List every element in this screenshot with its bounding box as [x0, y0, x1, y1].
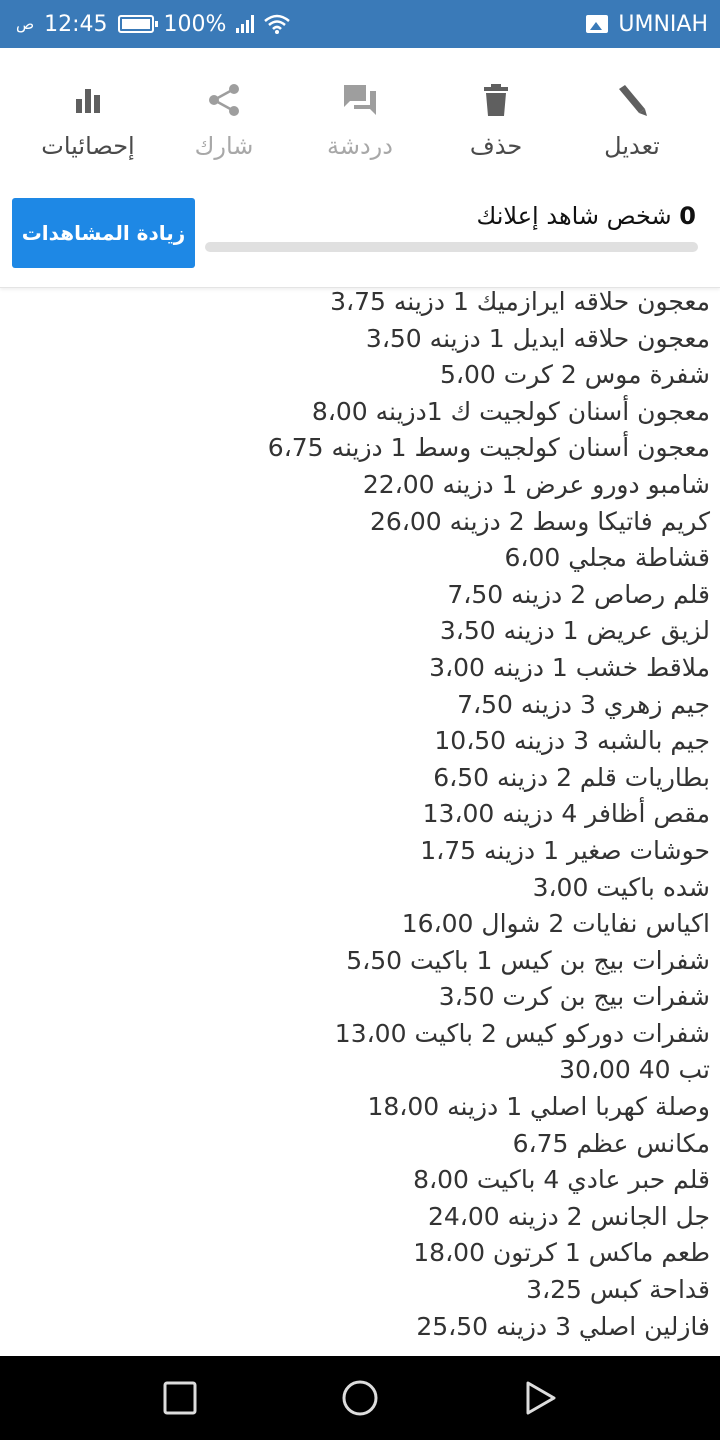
list-item: كريم فاتيكا وسط 2 دزينه 26،00: [369, 506, 710, 536]
chat-button[interactable]: دردشة: [300, 80, 420, 190]
actions-bar: تعديل حذف دردشة شارك إحصائيات: [0, 80, 720, 190]
delete-button[interactable]: حذف: [436, 80, 556, 190]
list-item: معجون أسنان كولجيت وسط 1 دزينه 6،75: [267, 433, 710, 463]
stats-button[interactable]: إحصائيات: [28, 80, 148, 190]
share-button[interactable]: شارك: [164, 80, 284, 190]
battery-percent: 100%: [163, 11, 227, 37]
list-item: شفرات بيج بن كرت 3،50: [438, 982, 710, 1012]
list-item: حوشات صغير 1 دزينه 1،75: [420, 835, 710, 865]
share-icon: [209, 84, 239, 116]
status-right: UMNIAH: [586, 12, 708, 37]
home-button[interactable]: [330, 1368, 390, 1428]
list-item: قلم حبر عادي 4 باكيت 8،00: [413, 1165, 710, 1195]
list-item: لزيق عريض 1 دزينه 3،50: [439, 616, 710, 646]
navigation-bar: [0, 1356, 720, 1440]
list-item: شفرة موس 2 كرت 5،00: [439, 360, 710, 390]
edit-label: تعديل: [604, 132, 660, 160]
list-item: اكياس نفايات 2 شوال 16،00: [401, 909, 710, 939]
views-progress-bar: [205, 242, 698, 252]
status-left: ص 12:45 100%: [16, 11, 291, 37]
list-item: قشاطة مجلي 6،00: [504, 543, 710, 573]
status-bar: ص 12:45 100% UMNIAH: [0, 0, 720, 48]
viewers-label: شخص شاهد إعلانك: [476, 202, 672, 230]
delete-label: حذف: [469, 132, 523, 160]
viewers-count-text: 0 شخص شاهد إعلانك: [477, 202, 697, 230]
pencil-icon: [619, 85, 647, 116]
chat-icon: [344, 85, 376, 115]
list-item: قلم رصاص 2 دزينه 7،50: [447, 579, 710, 609]
stats-label: إحصائيات: [41, 132, 135, 160]
viewers-section: زيادة المشاهدات 0 شخص شاهد إعلانك: [12, 198, 708, 268]
carrier-name: UMNIAH: [618, 11, 708, 37]
list-item: جيم بالشبه 3 دزينه 10،50: [434, 726, 710, 756]
list-item: قداحة كبس 3،25: [526, 1275, 710, 1305]
list-item: مكانس عظم 6،75: [512, 1128, 710, 1158]
back-button[interactable]: [510, 1368, 570, 1428]
circle-icon: [342, 1380, 378, 1416]
edit-button[interactable]: تعديل: [572, 80, 692, 190]
list-item: وصلة كهربا اصلي 1 دزينه 18،00: [367, 1092, 710, 1122]
list-item: شامبو دورو عرض 1 دزينه 22،00: [362, 469, 710, 499]
list-item: شفرات بيج بن كيس 1 باكيت 5،50: [346, 945, 710, 975]
list-item: معجون أسنان كولجيت ك 1دزينه 8،00: [311, 396, 710, 426]
viewers-count: 0: [679, 202, 696, 230]
stats-icon: [76, 89, 100, 113]
image-icon: [586, 15, 609, 33]
status-time: 12:45: [44, 11, 108, 37]
ad-description-list[interactable]: معجون حلاقه ايرازميك 1 دزينه 3،75 معجون …: [0, 284, 720, 1356]
status-ampm: ص: [16, 15, 35, 33]
list-item: جيم زهري 3 دزينه 7،50: [457, 689, 710, 719]
battery-icon: [117, 15, 158, 33]
list-item: تب 40 30،00: [559, 1055, 710, 1085]
list-item: شده باكيت 3،00: [532, 872, 710, 902]
list-item: شفرات دوركو كيس 2 باكيت 13،00: [334, 1018, 710, 1048]
list-item: جل الجانس 2 دزينه 24،00: [427, 1201, 710, 1231]
list-item: طعم ماكس 1 كرتون 18،00: [413, 1238, 710, 1268]
chat-label: دردشة: [327, 132, 393, 160]
list-item: فازلين اصلي 3 دزينه 25،50: [416, 1311, 710, 1341]
recents-button[interactable]: [150, 1368, 210, 1428]
share-label: شارك: [194, 132, 254, 160]
list-item: معجون حلاقه ايرازميك 1 دزينه 3،75: [330, 287, 710, 316]
wifi-icon: [264, 14, 291, 34]
trash-icon: [484, 84, 508, 116]
list-item: مقص أظافر 4 دزينه 13،00: [422, 799, 710, 829]
triangle-icon: [526, 1381, 556, 1415]
signal-icon: [236, 15, 255, 33]
list-item: بطاريات قلم 2 دزينه 6،50: [433, 762, 710, 792]
list-item: معجون حلاقه ايديل 1 دزينه 3،50: [365, 323, 710, 353]
boost-views-button[interactable]: زيادة المشاهدات: [12, 198, 195, 268]
list-item: ملاقط خشب 1 دزينه 3،00: [429, 652, 710, 682]
square-icon: [163, 1381, 197, 1415]
ad-header: تعديل حذف دردشة شارك إحصائيات زيادة المش…: [0, 48, 720, 288]
